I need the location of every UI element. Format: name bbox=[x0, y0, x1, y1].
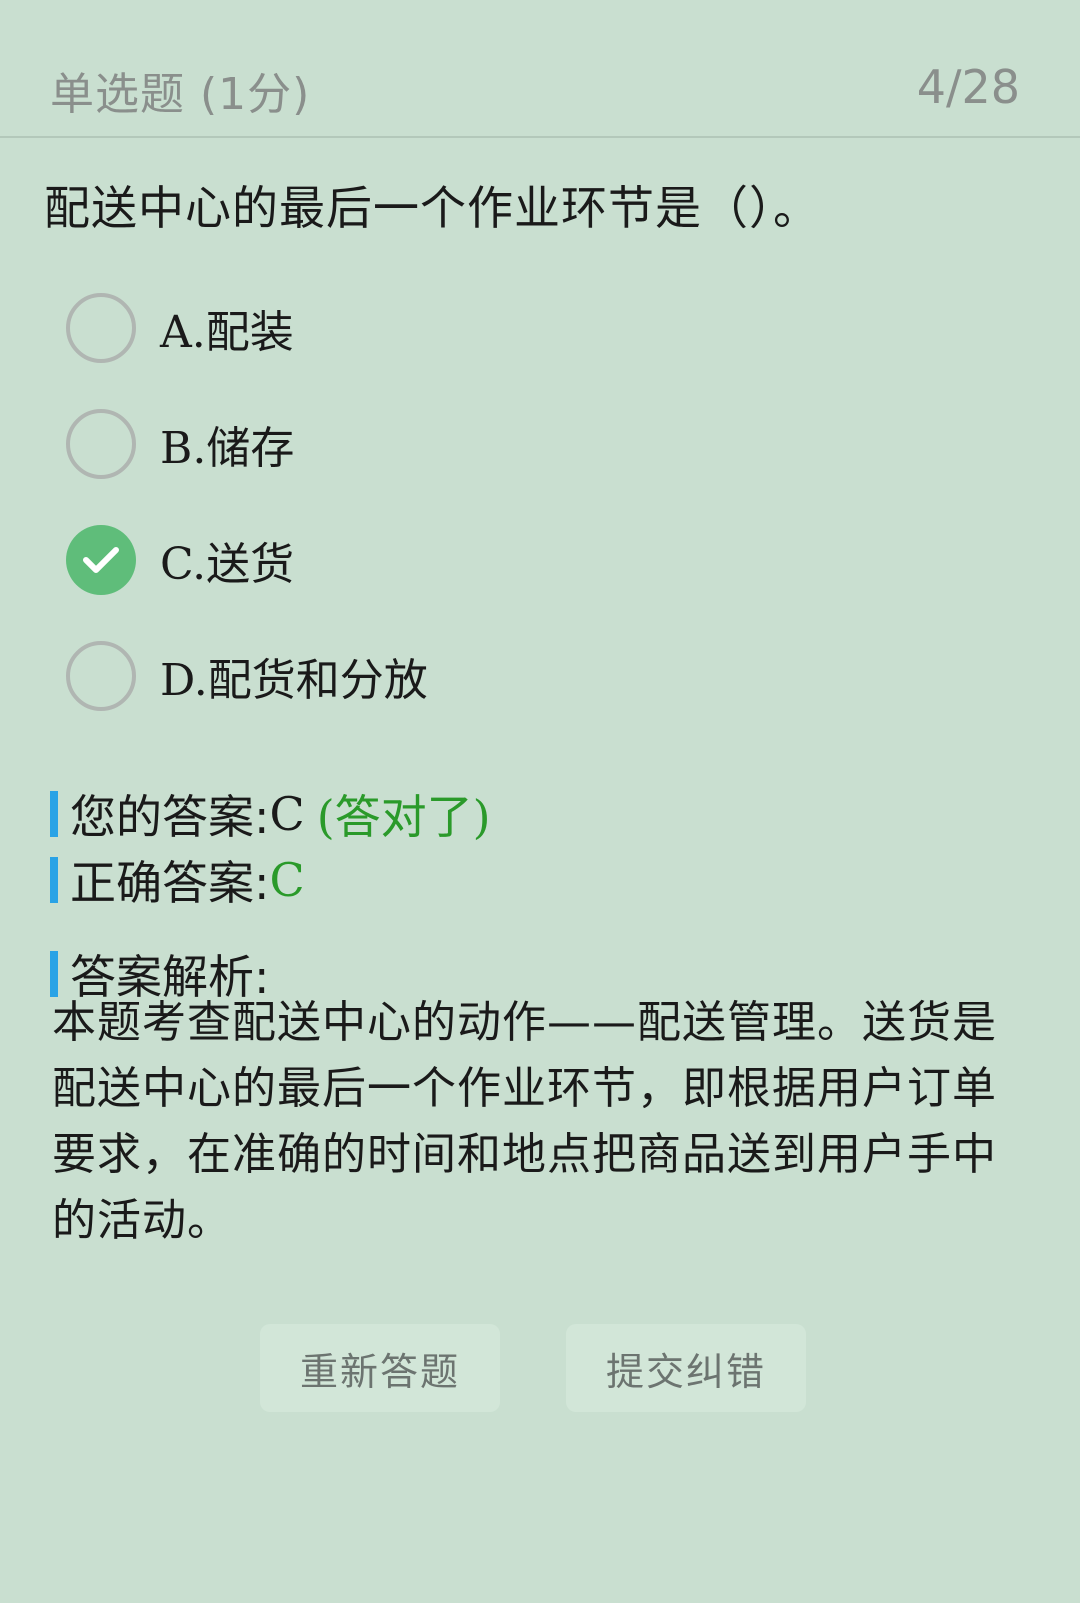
radio-unselected-icon[interactable] bbox=[66, 641, 136, 711]
radio-unselected-icon[interactable] bbox=[66, 293, 136, 363]
your-answer-row: 您的答案: C (答对了) bbox=[50, 784, 491, 844]
option-label: D.配货和分放 bbox=[160, 655, 428, 706]
question-text: 配送中心的最后一个作业环节是（）。 bbox=[44, 181, 820, 235]
your-answer-label: 您的答案: bbox=[70, 790, 270, 844]
option-c[interactable]: C.送货 bbox=[66, 502, 428, 618]
option-d[interactable]: D.配货和分放 bbox=[66, 618, 428, 734]
option-a[interactable]: A.配装 bbox=[66, 270, 428, 386]
correct-answer-value: C bbox=[269, 853, 305, 907]
question-header: 单选题 (1分) 4/28 bbox=[0, 0, 1080, 138]
analysis-text: 本题考查配送中心的动作——配送管理。送货是配送中心的最后一个作业环节，即根据用户… bbox=[52, 997, 997, 1246]
report-error-button[interactable]: 提交纠错 bbox=[566, 1324, 806, 1412]
option-b[interactable]: B.储存 bbox=[66, 386, 428, 502]
option-label: C.送货 bbox=[160, 539, 295, 590]
checkmark-icon[interactable] bbox=[66, 525, 136, 595]
correct-answer-label: 正确答案: bbox=[70, 856, 270, 910]
question-progress: 4/28 bbox=[916, 60, 1020, 114]
correct-answer-row: 正确答案: C bbox=[50, 850, 305, 910]
option-label: A.配装 bbox=[160, 307, 294, 358]
retry-button[interactable]: 重新答题 bbox=[260, 1324, 500, 1412]
section-accent-bar bbox=[50, 791, 58, 837]
section-accent-bar bbox=[50, 857, 58, 903]
verdict-badge: (答对了) bbox=[316, 790, 491, 844]
your-answer-value: C bbox=[269, 787, 305, 841]
radio-unselected-icon[interactable] bbox=[66, 409, 136, 479]
question-type-label: 单选题 (1分) bbox=[50, 69, 311, 120]
option-label: B.储存 bbox=[160, 423, 295, 474]
options-list: A.配装 B.储存 C.送货 D.配货和分放 bbox=[66, 270, 428, 734]
